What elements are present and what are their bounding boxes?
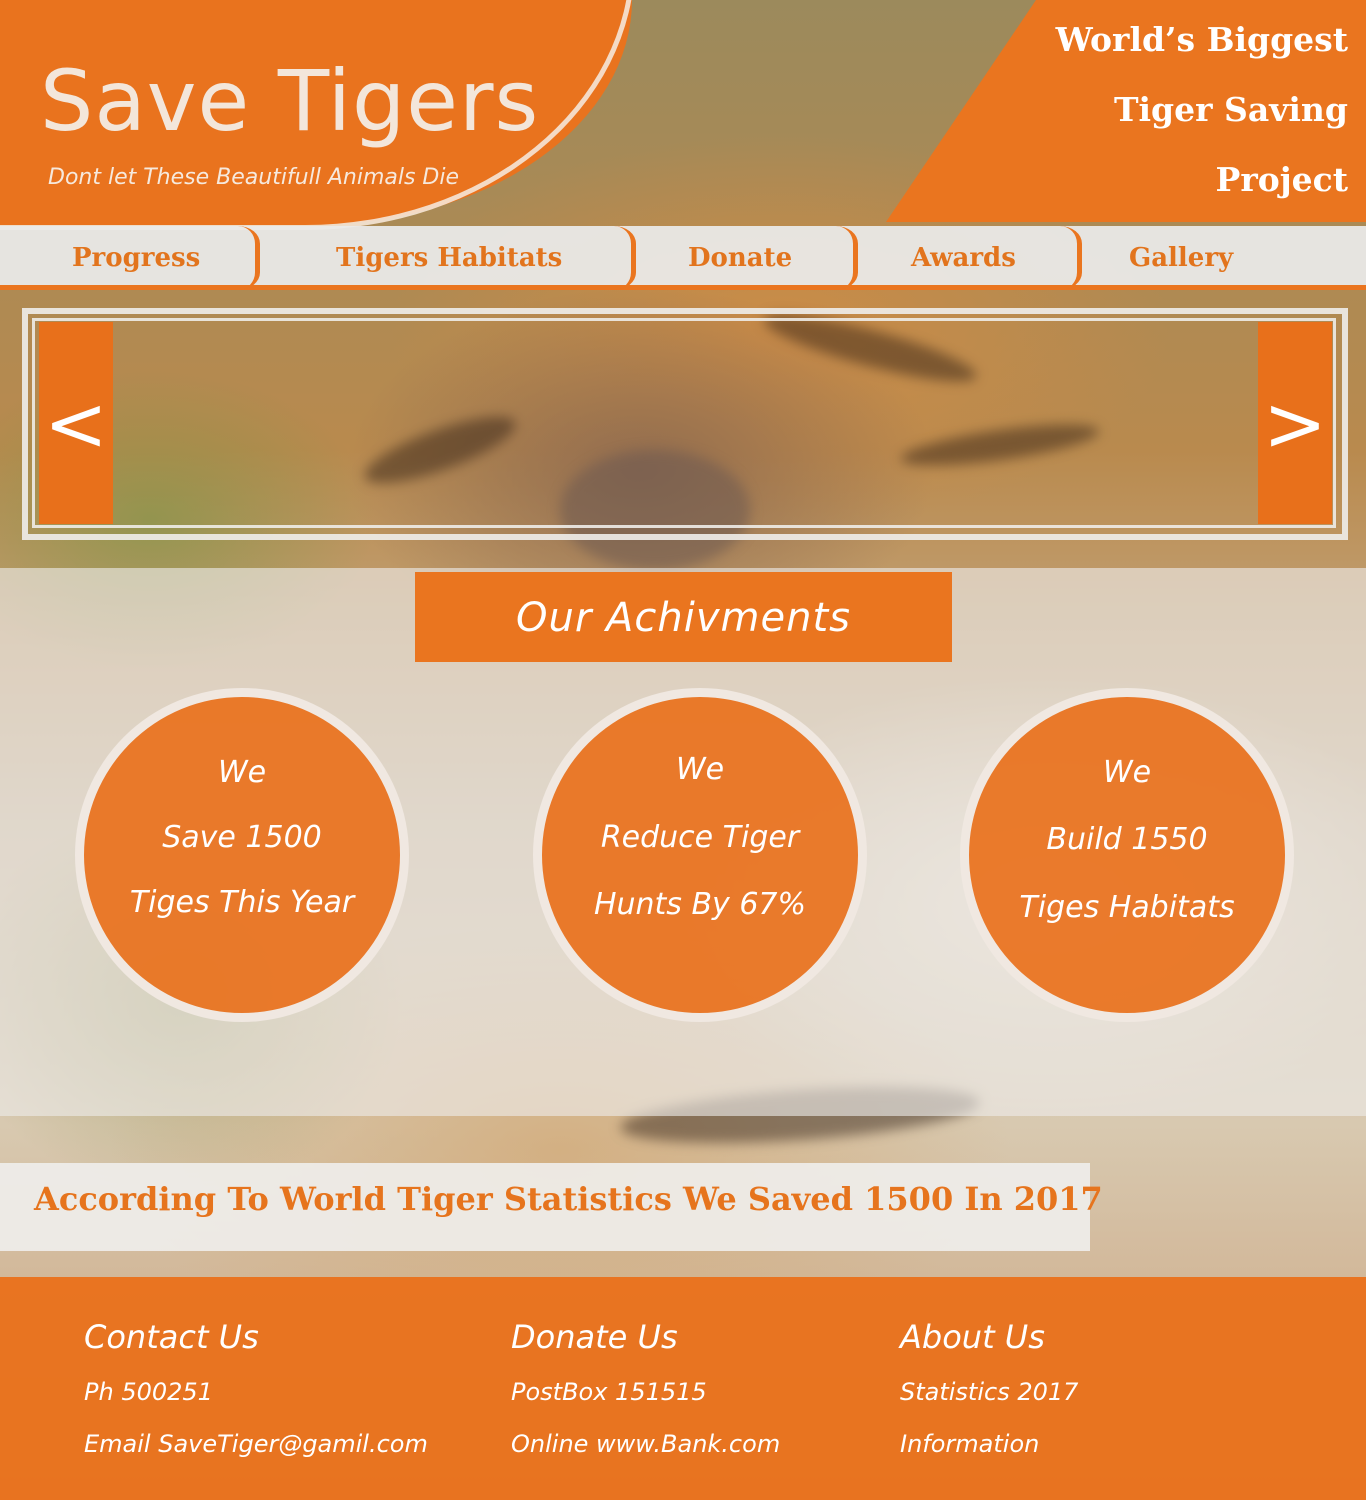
nav-item-tigers-habitats[interactable]: Tigers Habitats: [336, 226, 562, 290]
footer-contact-heading: Contact Us: [84, 1318, 259, 1356]
nav-item-gallery[interactable]: Gallery: [1129, 226, 1233, 290]
footer-donate-online[interactable]: Online www.Bank.com: [511, 1430, 780, 1458]
footer-about-statistics[interactable]: Statistics 2017: [900, 1378, 1078, 1406]
nav-item-progress[interactable]: Progress: [72, 226, 200, 290]
chevron-left-icon: <: [44, 378, 108, 468]
footer-contact-email[interactable]: Email SaveTiger@gamil.com: [84, 1430, 428, 1458]
footer-about-information[interactable]: Information: [900, 1430, 1039, 1458]
slogan-line-1: World’s Biggest: [1055, 20, 1348, 59]
achievements-heading: Our Achivments: [415, 572, 952, 662]
achievement-line: Hunts By 67%: [593, 887, 807, 922]
nav-separator: [1060, 226, 1082, 290]
footer-contact-phone: Ph 500251: [84, 1378, 213, 1406]
slider-prev-button[interactable]: <: [39, 322, 113, 524]
nav-separator: [836, 226, 858, 290]
slider-inner-frame: [32, 318, 1336, 528]
main-nav: Progress Tigers Habitats Donate Awards G…: [0, 226, 1366, 290]
achievement-card-saved: We Save 1500 Tiges This Year: [75, 688, 409, 1022]
achievement-card-hunts: We Reduce Tiger Hunts By 67%: [533, 688, 867, 1022]
site-tagline: Dont let These Beautifull Animals Die: [48, 165, 460, 190]
achievement-line: We: [675, 752, 725, 787]
achievement-line: Tiges This Year: [129, 885, 355, 920]
achievement-line: Save 1500: [162, 820, 322, 855]
chevron-right-icon: >: [1263, 378, 1327, 468]
footer-donate-postbox: PostBox 151515: [511, 1378, 707, 1406]
site-title[interactable]: Save Tigers: [40, 52, 539, 150]
statistic-text: According To World Tiger Statistics We S…: [34, 1180, 1103, 1218]
achievement-line: We: [1102, 755, 1152, 790]
footer-about-heading: About Us: [900, 1318, 1045, 1356]
achievement-card-habitats: We Build 1550 Tiges Habitats: [960, 688, 1294, 1022]
nav-item-awards[interactable]: Awards: [911, 226, 1016, 290]
slogan-line-2: Tiger Saving: [1113, 90, 1348, 129]
achievement-line: Reduce Tiger: [600, 820, 800, 855]
achievement-line: Tiges Habitats: [1019, 890, 1235, 925]
achievement-line: We: [217, 755, 267, 790]
nav-separator: [238, 226, 260, 290]
nav-item-donate[interactable]: Donate: [688, 226, 792, 290]
nav-separator: [614, 226, 636, 290]
achievement-line: Build 1550: [1046, 822, 1208, 857]
slogan-line-3: Project: [1215, 160, 1348, 199]
slider-next-button[interactable]: >: [1258, 322, 1332, 524]
footer-donate-heading: Donate Us: [511, 1318, 678, 1356]
